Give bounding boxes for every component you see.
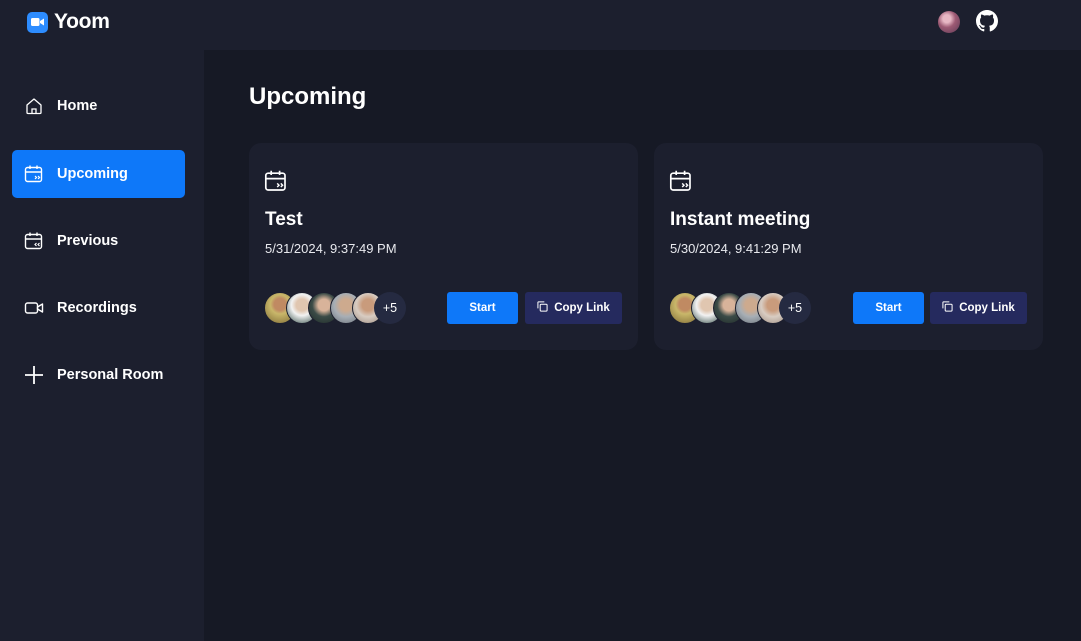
meeting-date: 5/31/2024, 9:37:49 PM [265, 241, 397, 256]
user-avatar[interactable] [938, 11, 960, 33]
copy-link-button[interactable]: Copy Link [525, 292, 622, 324]
more-attendees-count: +5 [779, 292, 811, 324]
sidebar-item-label: Home [57, 98, 98, 114]
plus-icon [24, 365, 44, 385]
sidebar-item-personal-room[interactable]: Personal Room [12, 351, 185, 399]
more-attendees-count: +5 [374, 292, 406, 324]
sidebar-item-upcoming[interactable]: Upcoming [12, 150, 185, 198]
video-camera-logo-icon [27, 11, 48, 33]
sidebar-item-label: Previous [57, 233, 119, 249]
meeting-date: 5/30/2024, 9:41:29 PM [670, 241, 802, 256]
meeting-card: Instant meeting 5/30/2024, 9:41:29 PM +5… [654, 143, 1043, 350]
sidebar-item-home[interactable]: Home [12, 82, 185, 130]
meeting-title: Instant meeting [670, 209, 811, 230]
meeting-title: Test [265, 209, 303, 230]
calendar-upcoming-icon [264, 169, 288, 193]
home-icon [24, 96, 44, 116]
sidebar-item-recordings[interactable]: Recordings [12, 284, 185, 332]
main-content: Upcoming Test 5/31/2024, 9:37:49 PM +5 S… [204, 50, 1081, 641]
copy-icon [942, 301, 953, 315]
copy-link-label: Copy Link [554, 302, 610, 314]
sidebar-item-label: Recordings [57, 300, 137, 316]
copy-link-label: Copy Link [959, 302, 1015, 314]
start-button[interactable]: Start [447, 292, 518, 324]
meeting-card: Test 5/31/2024, 9:37:49 PM +5 Start Copy… [249, 143, 638, 350]
calendar-upcoming-icon [24, 164, 44, 184]
start-button[interactable]: Start [853, 292, 924, 324]
copy-link-button[interactable]: Copy Link [930, 292, 1027, 324]
copy-icon [537, 301, 548, 315]
top-navbar: Yoom [0, 0, 1081, 50]
calendar-upcoming-icon [669, 169, 693, 193]
logo-link[interactable]: Yoom [27, 10, 110, 34]
sidebar: Home Upcoming Previous Recordings Person… [0, 50, 204, 641]
app-name: Yoom [54, 10, 110, 33]
video-icon [24, 298, 44, 318]
page-title: Upcoming [249, 83, 367, 110]
sidebar-item-label: Upcoming [57, 166, 128, 182]
sidebar-item-previous[interactable]: Previous [12, 217, 185, 265]
calendar-previous-icon [24, 231, 44, 251]
sidebar-item-label: Personal Room [57, 367, 164, 383]
github-icon[interactable] [976, 10, 998, 32]
